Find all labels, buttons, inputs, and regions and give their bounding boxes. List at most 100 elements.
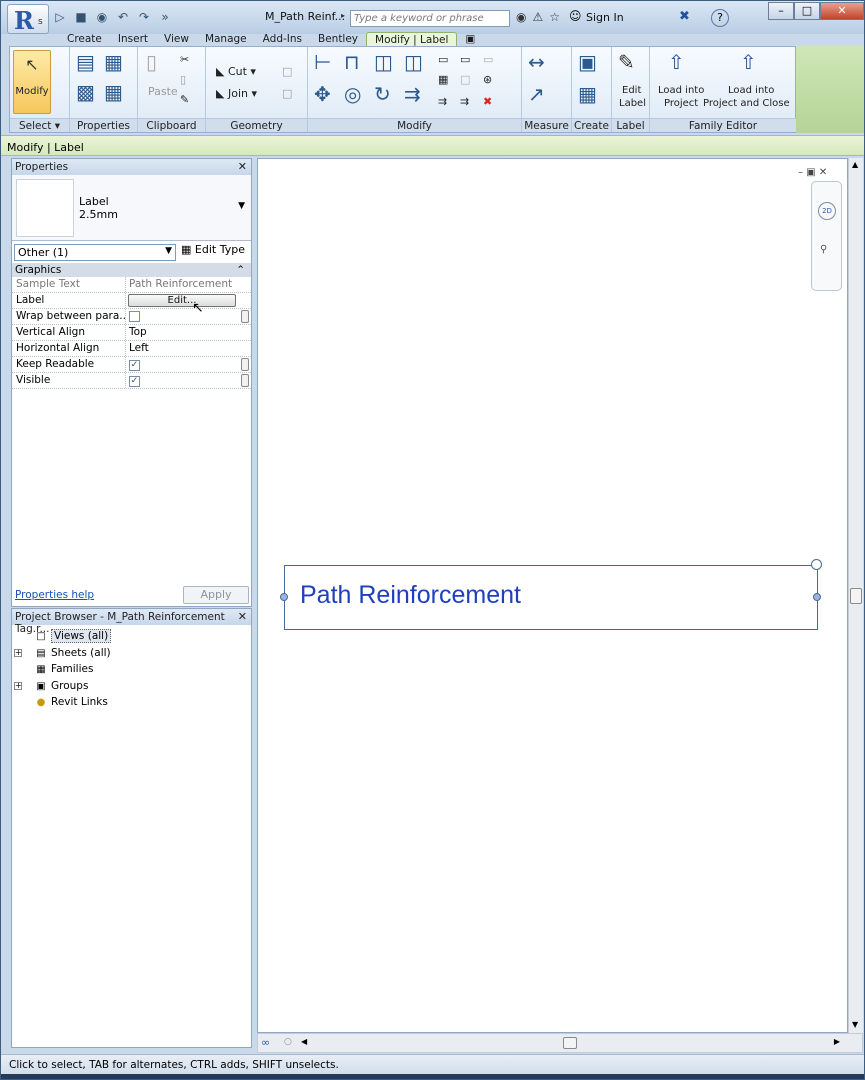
keep-readable-checkbox[interactable]: ✓ bbox=[129, 360, 140, 371]
copy-element-icon[interactable]: ◎ bbox=[344, 83, 361, 105]
wall-joins-icon[interactable]: □ bbox=[282, 65, 292, 78]
wrap-checkbox[interactable] bbox=[129, 311, 140, 322]
horizontal-scroll-thumb[interactable] bbox=[563, 1037, 577, 1049]
vertical-scroll-thumb[interactable] bbox=[850, 588, 862, 604]
scroll-up-icon[interactable]: ▲ bbox=[852, 160, 858, 169]
tree-item-views[interactable]: □ Views (all) bbox=[14, 628, 251, 645]
open-icon[interactable]: ▷ bbox=[53, 10, 67, 24]
move-icon[interactable]: ✥ bbox=[314, 83, 331, 105]
save-icon[interactable]: ■ bbox=[74, 10, 88, 24]
label-edit-button[interactable]: Edit... bbox=[128, 294, 236, 307]
select-dropdown[interactable]: Select ▾ bbox=[10, 118, 69, 132]
rotate-icon[interactable]: ↻ bbox=[374, 83, 391, 105]
redo-icon[interactable]: ↷ bbox=[137, 10, 151, 24]
type-selector[interactable]: Label 2.5mm ▼ bbox=[12, 175, 251, 241]
associate-parameter-button[interactable] bbox=[241, 374, 249, 387]
scale-icon[interactable]: □ bbox=[460, 73, 470, 86]
vertical-scrollbar[interactable]: ▲ ▼ bbox=[848, 158, 863, 1033]
worksharing-icon[interactable]: ∞ bbox=[261, 1036, 270, 1049]
dimension-icon[interactable]: ↗ bbox=[528, 83, 545, 105]
properties-help-link[interactable]: Properties help bbox=[15, 589, 94, 601]
favorites-icon[interactable]: ☆ bbox=[549, 10, 560, 24]
hidden-elements-icon[interactable]: ○ bbox=[284, 1037, 292, 1047]
restore-view-icon[interactable]: ▣ bbox=[806, 167, 815, 178]
left-drag-grip[interactable] bbox=[280, 593, 288, 601]
split-icon[interactable]: ▭ bbox=[438, 53, 448, 66]
copy-icon[interactable]: ▯ bbox=[180, 73, 186, 86]
associate-parameter-button[interactable] bbox=[241, 358, 249, 371]
tab-manage[interactable]: Manage bbox=[197, 32, 255, 46]
unpin-icon[interactable]: ▭ bbox=[483, 53, 493, 66]
sign-in-link[interactable]: Sign In bbox=[586, 11, 624, 24]
mirror-pick-axis-icon[interactable]: ◫ bbox=[374, 51, 393, 73]
expand-arrow-icon[interactable]: ▸ bbox=[341, 11, 345, 20]
modify-button[interactable]: ↖ Modify bbox=[13, 50, 51, 114]
scroll-left-icon[interactable]: ◀ bbox=[301, 1037, 307, 1046]
tree-item-revit-links[interactable]: ● Revit Links bbox=[14, 694, 251, 711]
minimize-button[interactable]: – bbox=[768, 2, 794, 20]
tab-create[interactable]: Create bbox=[59, 32, 110, 46]
expand-icon[interactable]: + bbox=[14, 681, 22, 690]
tree-item-families[interactable]: ▦ Families bbox=[14, 661, 251, 678]
mirror-draw-axis-icon[interactable]: ◫ bbox=[404, 51, 423, 73]
scroll-down-icon[interactable]: ▼ bbox=[852, 1020, 858, 1029]
filter-select[interactable]: Other (1) ▼ bbox=[14, 244, 176, 261]
create-group-icon[interactable]: ▣ bbox=[578, 51, 597, 73]
visible-checkbox[interactable]: ✓ bbox=[129, 376, 140, 387]
binoculars-icon[interactable]: ◉ bbox=[516, 10, 526, 24]
subscription-icon[interactable]: ⚠ bbox=[532, 10, 543, 24]
match-properties-icon[interactable]: ✎ bbox=[180, 93, 189, 106]
ribbon-minimize-icon[interactable]: ▣ bbox=[457, 32, 483, 46]
delete-icon[interactable]: ✖ bbox=[483, 95, 492, 108]
maximize-button[interactable]: □ bbox=[794, 2, 820, 20]
vertical-align-value[interactable]: Top bbox=[126, 325, 251, 340]
edit-type-button[interactable]: ▦ Edit Type bbox=[181, 243, 245, 256]
search-input[interactable]: Type a keyword or phrase bbox=[350, 10, 510, 27]
close-view-icon[interactable]: ✕ bbox=[819, 167, 827, 178]
pin-icon[interactable]: ⊛ bbox=[483, 73, 492, 86]
align-icon[interactable]: ⊢ bbox=[314, 51, 331, 73]
exchange-apps-icon[interactable]: ✖ bbox=[679, 9, 690, 24]
split-gap-icon[interactable]: ▭ bbox=[460, 53, 470, 66]
offset-icon[interactable]: ⊓ bbox=[344, 51, 360, 73]
close-icon[interactable]: ✕ bbox=[238, 160, 247, 173]
rotate-grip-icon[interactable] bbox=[811, 559, 822, 570]
family-category-icon[interactable]: ▦ bbox=[104, 81, 123, 103]
family-types-icon[interactable]: ▦ bbox=[104, 51, 123, 73]
tab-add-ins[interactable]: Add-Ins bbox=[255, 32, 310, 46]
properties-icon[interactable]: ▩ bbox=[76, 81, 95, 103]
close-icon[interactable]: ✕ bbox=[238, 610, 247, 623]
zoom-icon[interactable]: ⚲ bbox=[820, 244, 827, 255]
horizontal-align-value[interactable]: Left bbox=[126, 341, 251, 356]
cut-icon[interactable]: ✂ bbox=[180, 53, 189, 66]
steering-wheel-icon[interactable]: 2D bbox=[818, 202, 836, 220]
expand-icon[interactable]: + bbox=[14, 648, 22, 657]
tree-item-sheets[interactable]: + ▤ Sheets (all) bbox=[14, 645, 251, 662]
join-geometry-button[interactable]: ◣ Join ▾ bbox=[216, 87, 257, 100]
more-icon[interactable]: » bbox=[158, 10, 172, 24]
type-properties-icon[interactable]: ▤ bbox=[76, 51, 95, 73]
cut-geometry-button[interactable]: ◣ Cut ▾ bbox=[216, 65, 256, 78]
split-face-icon[interactable]: □ bbox=[282, 87, 292, 100]
undo-icon[interactable]: ↶ bbox=[116, 10, 130, 24]
tab-insert[interactable]: Insert bbox=[110, 32, 156, 46]
tab-bentley[interactable]: Bentley bbox=[310, 32, 366, 46]
trim-multiple-icon[interactable]: ⇉ bbox=[460, 95, 469, 108]
tab-modify-label[interactable]: Modify | Label bbox=[366, 32, 458, 46]
array-icon[interactable]: ▦ bbox=[438, 73, 448, 86]
tab-view[interactable]: View bbox=[156, 32, 197, 46]
tree-item-groups[interactable]: + ▣ Groups bbox=[14, 678, 251, 695]
right-drag-grip[interactable] bbox=[813, 593, 821, 601]
application-menu-button[interactable]: R s bbox=[7, 4, 49, 35]
apply-button[interactable]: Apply bbox=[183, 586, 249, 604]
help-button[interactable]: ? bbox=[711, 9, 729, 27]
scroll-right-icon[interactable]: ▶ bbox=[834, 1037, 840, 1046]
sync-icon[interactable]: ◉ bbox=[95, 10, 109, 24]
trim-extend-icon[interactable]: ⇉ bbox=[404, 83, 421, 105]
paste-icon[interactable]: ▯ bbox=[146, 51, 157, 73]
minimize-view-icon[interactable]: – bbox=[798, 167, 803, 178]
close-button[interactable]: ✕ bbox=[820, 2, 864, 20]
label-text[interactable]: Path Reinforcement bbox=[300, 581, 521, 610]
measure-icon[interactable]: ↔ bbox=[528, 51, 545, 73]
trim-single-icon[interactable]: ⇉ bbox=[438, 95, 447, 108]
